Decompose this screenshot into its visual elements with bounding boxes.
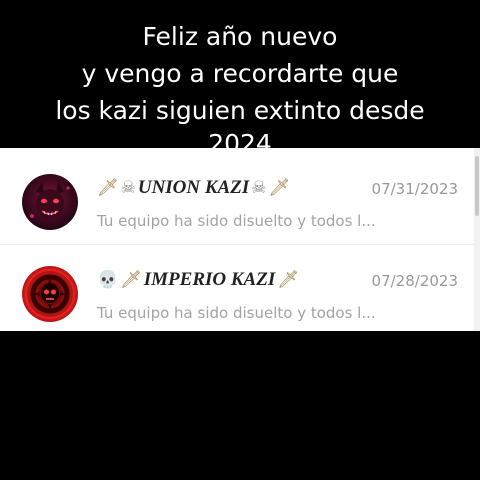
divider — [0, 244, 474, 245]
avatar-skull-icon — [22, 266, 78, 322]
dagger-icon: 🗡 — [268, 178, 291, 197]
skull-icon: 💀 — [97, 270, 119, 289]
caption-line-1: Feliz año nuevo — [142, 22, 338, 51]
chat-preview: Tu equipo ha sido disuelto y todos l... — [97, 304, 376, 322]
dagger-icon: 🗡 — [277, 270, 299, 289]
chat-name: 💀 🗡 IMPERIO KAZI 🗡 — [97, 268, 299, 292]
chat-date: 07/28/2023 — [371, 272, 458, 290]
caption-line-4: 2024 — [208, 129, 272, 158]
chat-list-item[interactable]: 💀 🗡 IMPERIO KAZI 🗡 07/28/2023 Tu equipo … — [0, 248, 474, 331]
avatar-demon-icon — [22, 174, 78, 230]
caption-line-2: y vengo a recordarte que — [81, 59, 399, 88]
dagger-icon: 🗡 — [120, 270, 142, 289]
chat-date: 07/31/2023 — [371, 180, 458, 198]
chat-list: 🗡 ☠ UNION KAZI ☠ 🗡 07/31/2023 Tu equipo … — [0, 148, 480, 331]
skull-crossbones-icon: ☠ — [251, 178, 267, 197]
chat-name: 🗡 ☠ UNION KAZI ☠ 🗡 — [97, 176, 290, 200]
chat-name-text: IMPERIO KAZI — [143, 269, 276, 290]
chat-preview: Tu equipo ha sido disuelto y todos l... — [97, 212, 376, 230]
caption-line-3: los kazi siguien extinto desde — [55, 96, 425, 125]
meme-caption: Feliz año nuevo y vengo a recordarte que… — [0, 0, 480, 170]
scrollbar[interactable] — [474, 148, 480, 331]
chat-name-text: UNION KAZI — [137, 177, 250, 198]
dagger-icon: 🗡 — [97, 178, 119, 197]
skull-crossbones-icon: ☠ — [120, 178, 136, 197]
